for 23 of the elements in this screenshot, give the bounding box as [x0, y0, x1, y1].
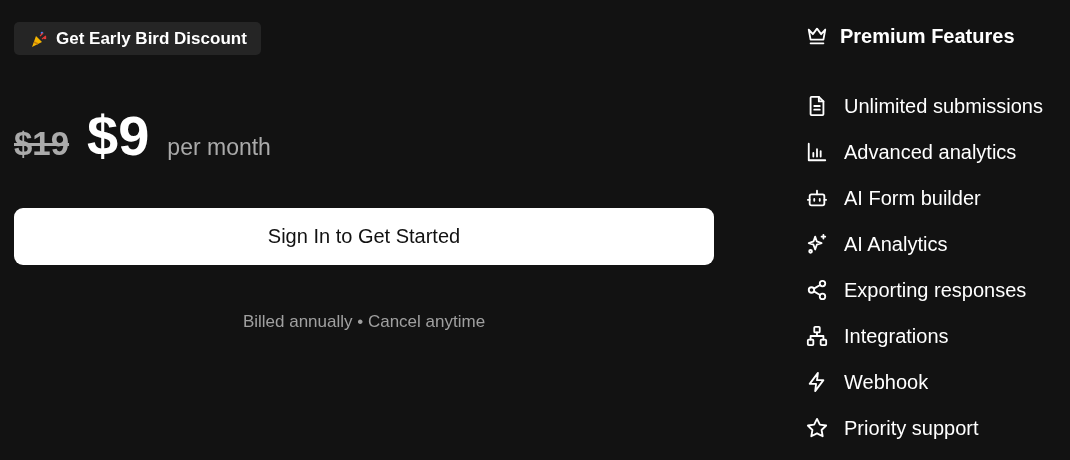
billing-note: Billed annually • Cancel anytime	[242, 312, 486, 332]
feature-label: Webhook	[844, 370, 929, 394]
crown-icon	[806, 25, 828, 47]
share-icon	[806, 279, 828, 301]
old-price: $19	[14, 125, 70, 163]
feature-label: Priority support	[844, 416, 979, 440]
hierarchy-icon	[806, 325, 828, 347]
features-heading: Premium Features	[840, 24, 1015, 48]
feature-label: AI Form builder	[844, 186, 981, 210]
robot-icon	[806, 187, 828, 209]
sign-in-button[interactable]: Sign In to Get Started	[14, 208, 714, 265]
badge-label: Get Early Bird Discount	[56, 28, 247, 49]
feature-label: Unlimited submissions	[844, 94, 1043, 118]
feature-label: Integrations	[844, 324, 949, 348]
current-price: $9	[87, 103, 150, 168]
party-popper-icon	[30, 29, 48, 48]
price-period: per month	[167, 134, 271, 161]
bar-chart-icon	[806, 141, 828, 163]
feature-label: Exporting responses	[844, 278, 1027, 302]
feature-label: Advanced analytics	[844, 140, 1017, 164]
star-icon	[806, 417, 828, 439]
feature-label: AI Analytics	[844, 232, 948, 256]
sparkles-icon	[806, 233, 828, 255]
